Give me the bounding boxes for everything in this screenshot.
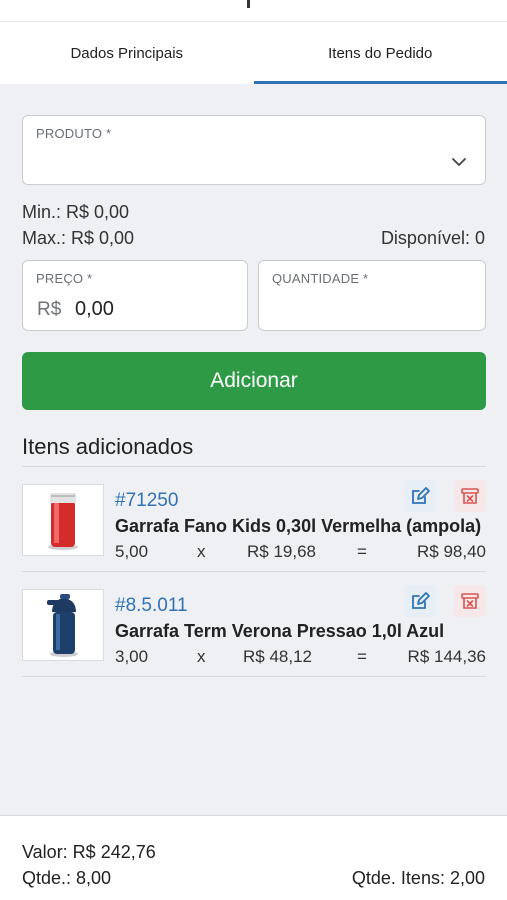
disponivel-text: Disponível: 0 [380, 228, 485, 248]
preco-value: 0,00 [75, 298, 114, 320]
product-thumbnail [22, 484, 104, 556]
tab-itens-do-pedido[interactable]: Itens do Pedido [253, 22, 507, 84]
list-item: #71250 Garrafa Fano Kids 0,30l Vermelha … [22, 480, 486, 574]
quantidade-input[interactable]: QUANTIDADE * [258, 260, 486, 331]
times-sign: x [197, 542, 206, 561]
divider [22, 466, 486, 467]
max-price-text: Max.: R$ 0,00 [22, 228, 135, 248]
item-unit-price: R$ 48,12 [243, 647, 312, 666]
produto-label: PRODUTO * [36, 126, 112, 141]
preco-label: PREÇO * [36, 271, 93, 286]
list-item: #8.5.011 Garrafa Term Verona Pressao 1,0… [22, 585, 486, 679]
item-name: Garrafa Fano Kids 0,30l Vermelha (ampola… [115, 516, 482, 536]
top-app-bar [0, 0, 507, 22]
item-total: R$ 144,36 [407, 647, 486, 666]
tab-dados-principais[interactable]: Dados Principais [0, 22, 254, 84]
equals-sign: = [357, 647, 367, 666]
item-unit-price: R$ 19,68 [247, 542, 316, 561]
preco-input[interactable]: PREÇO * R$ 0,00 [22, 260, 248, 331]
delete-icon [461, 488, 479, 504]
produto-select[interactable]: PRODUTO * [22, 115, 486, 185]
delete-icon [461, 593, 479, 609]
item-code[interactable]: #8.5.011 [115, 595, 188, 617]
quantidade-label: QUANTIDADE * [272, 271, 369, 286]
delete-item-button[interactable] [454, 480, 486, 512]
product-thumbnail [22, 589, 104, 661]
equals-sign: = [357, 542, 367, 561]
edit-item-button[interactable] [404, 480, 436, 512]
item-name: Garrafa Term Verona Pressao 1,0l Azul [115, 621, 445, 641]
divider [22, 676, 486, 677]
blue-pump-thermos-image [47, 594, 78, 657]
item-code[interactable]: #71250 [115, 490, 178, 512]
times-sign: x [197, 647, 206, 666]
order-summary-footer: Valor: R$ 242,76 Qtde.: 8,00 Qtde. Itens… [0, 815, 507, 900]
total-qty-text: Qtde.: 8,00 [22, 868, 112, 888]
chevron-down-icon [452, 158, 466, 166]
divider [22, 571, 486, 572]
add-button[interactable]: Adicionar [22, 352, 486, 410]
item-qty: 3,00 [115, 647, 149, 666]
items-section-title: Itens adicionados [22, 434, 194, 459]
edit-icon [412, 592, 430, 609]
total-value-text: Valor: R$ 242,76 [22, 842, 156, 862]
min-price-text: Min.: R$ 0,00 [22, 202, 130, 222]
item-count-text: Qtde. Itens: 2,00 [351, 868, 485, 888]
delete-item-button[interactable] [454, 585, 486, 617]
red-thermos-bottle-image [48, 493, 78, 550]
item-qty: 5,00 [115, 542, 149, 561]
item-total: R$ 98,40 [417, 542, 486, 561]
edit-icon [412, 487, 430, 504]
currency-prefix: R$ [37, 299, 62, 320]
edit-item-button[interactable] [404, 585, 436, 617]
tab-bar: Dados Principais Itens do Pedido [0, 22, 507, 84]
title-fragment [247, 0, 250, 8]
